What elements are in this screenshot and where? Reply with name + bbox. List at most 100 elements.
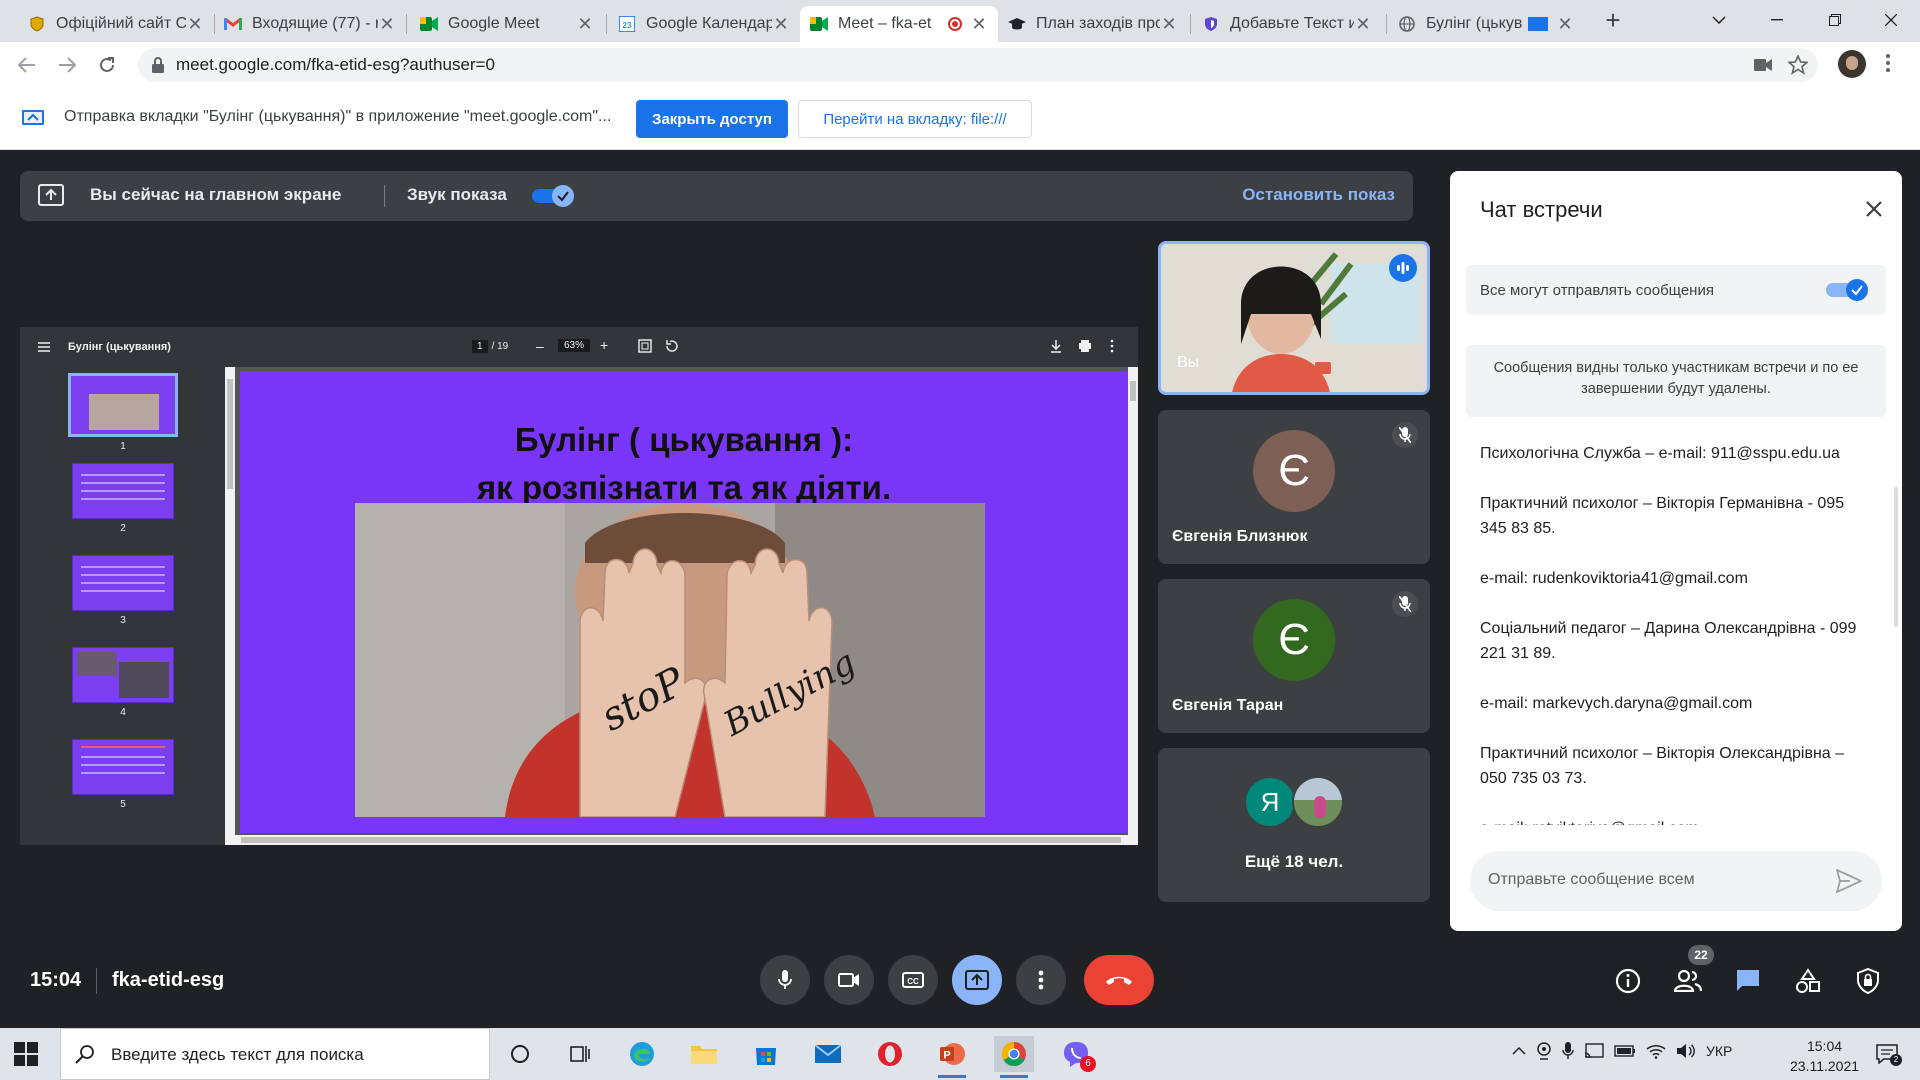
go-to-tab-button[interactable]: Перейти на вкладку: file:/// [798, 100, 1032, 138]
wifi-icon[interactable] [1646, 1043, 1666, 1059]
close-tab-icon[interactable]: ✕ [1354, 14, 1372, 35]
shared-pdf-viewer: Булінг (цькування) 1 / 19 – 63% + 1 2 3 … [20, 327, 1138, 845]
camera-icon[interactable] [1754, 59, 1772, 71]
send-icon[interactable] [1836, 869, 1862, 895]
chat-message-input[interactable]: Отправьте сообщение всем [1470, 851, 1882, 911]
sharing-infobar: Отправка вкладки "Булінг (цькування)" в … [0, 88, 1920, 150]
notification-count: 2 [1890, 1054, 1902, 1066]
webcam-icon[interactable] [1536, 1042, 1552, 1060]
new-tab-button[interactable]: + [1598, 6, 1628, 36]
close-tab-icon[interactable]: ✕ [1556, 14, 1574, 35]
back-arrow-icon[interactable] [14, 52, 40, 78]
volume-icon[interactable] [1676, 1043, 1696, 1059]
forward-arrow-icon[interactable] [54, 52, 80, 78]
tab-google-calendar[interactable]: 23 Google Календар ✕ [608, 6, 800, 42]
chat-message: e-mail: rotviktoriya@gmail.com [1480, 816, 1872, 825]
chat-permission-toggle[interactable] [1824, 278, 1870, 302]
taskbar-clock[interactable]: 15:04 23.11.2021 [1790, 1036, 1859, 1076]
edge-browser-icon[interactable] [622, 1036, 662, 1072]
tab-search-chevron-icon[interactable] [1690, 0, 1748, 40]
camera-button[interactable] [824, 955, 874, 1005]
chevron-up-icon[interactable] [1512, 1047, 1526, 1055]
chat-privacy-note: Сообщения видны только участникам встреч… [1466, 345, 1886, 417]
menu-dots-icon[interactable] [1886, 54, 1890, 72]
clock-date: 23.11.2021 [1790, 1058, 1860, 1074]
tab-gmail[interactable]: Входящие (77) - r ✕ [214, 6, 406, 42]
minimize-icon[interactable] [1748, 0, 1806, 40]
windows-taskbar: Введите здесь текст для поиска P 6 УКР 1… [0, 1028, 1920, 1080]
tab-google-meet[interactable]: Google Meet ✕ [410, 6, 604, 42]
opera-browser-icon[interactable] [870, 1036, 910, 1072]
tab-add-text[interactable]: Добавьте Текст и ✕ [1192, 6, 1382, 42]
pdf-thumbnail-sidebar: 1 2 3 4 5 [20, 367, 225, 845]
restore-icon[interactable] [1806, 0, 1864, 40]
more-options-button[interactable] [1016, 955, 1066, 1005]
reload-icon[interactable] [94, 52, 120, 78]
microsoft-store-icon[interactable] [746, 1036, 786, 1072]
activities-button[interactable] [1792, 965, 1824, 997]
windows-start-icon[interactable] [14, 1042, 38, 1066]
pdf-toolbar: Булінг (цькування) 1 / 19 – 63% + [20, 327, 1138, 367]
calendar-icon: 23 [618, 15, 636, 33]
close-tab-icon[interactable]: ✕ [1160, 14, 1178, 35]
meeting-details-button[interactable] [1612, 965, 1644, 997]
meet-area: Вы сейчас на главном экране Звук показа … [0, 151, 1920, 1028]
lock-icon [152, 57, 164, 73]
chat-scrollbar[interactable] [1894, 487, 1898, 627]
cortana-icon[interactable] [500, 1036, 540, 1072]
mail-icon[interactable] [808, 1036, 848, 1072]
close-icon[interactable] [1862, 197, 1886, 221]
close-tab-icon[interactable]: ✕ [970, 14, 988, 35]
address-bar[interactable]: meet.google.com/fka-etid-esg?authuser=0 [138, 48, 1818, 82]
sound-label: Звук показа [407, 185, 507, 204]
powerpoint-icon[interactable]: P [932, 1036, 972, 1078]
participant-tile[interactable]: Є Євгенія Таран [1158, 579, 1430, 733]
profile-avatar[interactable] [1838, 50, 1866, 78]
input-language[interactable]: УКР [1706, 1043, 1732, 1059]
chat-message: Практичний психолог – Вікторія Олександр… [1480, 745, 1845, 787]
sound-toggle[interactable] [530, 184, 576, 208]
participant-avatar-small: Я [1244, 776, 1296, 828]
microphone-button[interactable] [760, 955, 810, 1005]
notifications-icon[interactable]: 2 [1876, 1044, 1902, 1066]
hamburger-menu-icon [38, 342, 50, 352]
file-explorer-icon[interactable] [684, 1036, 724, 1072]
people-button[interactable] [1672, 965, 1704, 997]
close-access-button[interactable]: Закрыть доступ [636, 100, 788, 138]
present-now-button[interactable] [952, 955, 1002, 1005]
fit-page-icon [638, 339, 652, 353]
star-icon[interactable] [1788, 55, 1808, 75]
chat-button[interactable] [1732, 965, 1764, 997]
pdf-thumbnail [72, 463, 174, 519]
task-view-icon[interactable] [560, 1036, 600, 1072]
microphone-icon [778, 970, 792, 990]
meeting-code: fka-etid-esg [112, 969, 225, 991]
battery-icon[interactable] [1614, 1045, 1636, 1057]
close-window-icon[interactable] [1862, 0, 1920, 40]
captions-button[interactable]: CC [888, 955, 938, 1005]
system-tray: УКР [1512, 1042, 1732, 1060]
tab-meet-active[interactable]: Meet – fka-et ✕ [800, 6, 998, 42]
chrome-browser-icon[interactable] [994, 1036, 1034, 1078]
close-tab-icon[interactable]: ✕ [378, 14, 396, 35]
participant-tile-self[interactable]: Вы [1158, 241, 1430, 395]
viber-icon[interactable]: 6 [1056, 1036, 1096, 1072]
globe-icon [1398, 15, 1416, 33]
taskbar-search-box[interactable]: Введите здесь текст для поиска [60, 1028, 490, 1080]
tab-event-plan[interactable]: План заходів про ✕ [998, 6, 1188, 42]
leave-call-button[interactable] [1084, 955, 1154, 1005]
close-tab-icon[interactable]: ✕ [186, 14, 204, 35]
cast-icon[interactable] [1584, 1043, 1604, 1059]
close-tab-icon[interactable]: ✕ [576, 14, 594, 35]
microphone-tray-icon[interactable] [1562, 1042, 1574, 1060]
participant-tile[interactable]: Є Євгенія Близнюк [1158, 410, 1430, 564]
more-participants-tile[interactable]: Я Ещё 18 чел. [1158, 748, 1430, 902]
divider [96, 968, 97, 994]
host-controls-button[interactable] [1852, 965, 1884, 997]
thumbnail-number: 1 [120, 441, 126, 452]
tab-official-site[interactable]: Офіційний сайт С ✕ [18, 6, 214, 42]
stop-presenting-button[interactable]: Остановить показ [1242, 185, 1395, 205]
tab-bullying-pdf[interactable]: Булінг (цькув ✕ [1388, 6, 1584, 42]
shield-icon [28, 15, 46, 33]
close-tab-icon[interactable]: ✕ [772, 14, 790, 35]
